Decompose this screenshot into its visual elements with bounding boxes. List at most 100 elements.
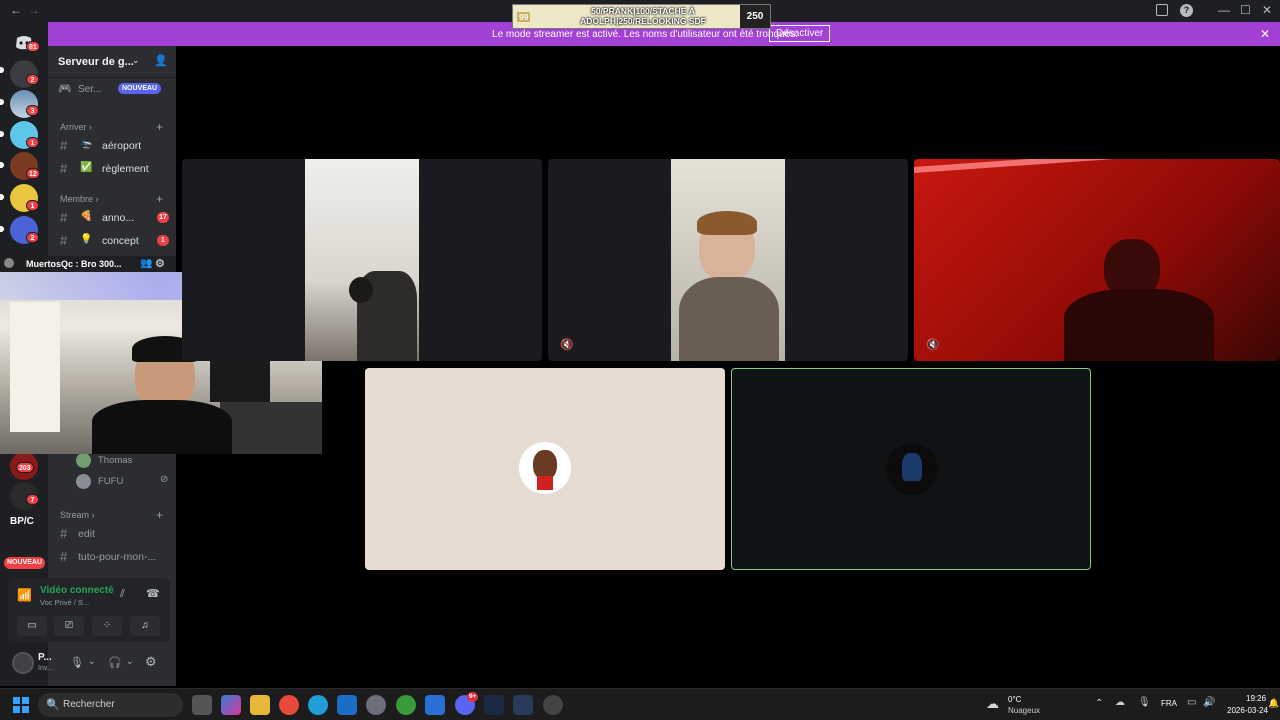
disable-streamer-mode-button[interactable]: Désactiver [769,25,831,42]
microphone-icon[interactable]: 🎙 [1138,697,1151,708]
channel-annonces[interactable]: # 🍕 anno... 17 [56,208,171,228]
led-strip [914,159,1224,173]
forward-arrow-icon[interactable]: → [28,3,40,17]
soundboard-icon[interactable]: ♫ [130,616,160,636]
add-channel-icon[interactable]: + [156,120,163,134]
video-tile[interactable]: 🔇 [914,159,1280,361]
server-badge: 1 [26,200,39,211]
text-channel-icon: # [60,138,68,153]
add-channel-icon[interactable]: + [156,192,163,206]
app-icon[interactable] [513,695,533,715]
network-icon[interactable]: ▭ [1187,697,1196,708]
server-badge: 12 [26,168,40,179]
chevron-up-icon[interactable]: ⌃ [1095,698,1103,709]
window-close-button[interactable]: ✕ [1262,3,1272,17]
task-view-icon[interactable] [192,695,212,715]
chevron-down-icon[interactable]: ⌄ [88,656,96,667]
add-channel-icon[interactable]: + [156,508,163,522]
participant-body [679,277,779,361]
streamer-body [92,400,232,454]
server-badge: 203 [16,462,34,473]
close-banner-icon[interactable]: ✕ [1260,27,1270,41]
voice-user-fufu[interactable]: FUFU ⊘ [76,473,171,491]
deafened-icon: ⊘ [160,474,169,485]
channel-tuto[interactable]: # tuto-pour-mon-... [56,547,171,567]
video-tile[interactable] [365,368,725,570]
settings-icon[interactable] [366,695,386,715]
store-icon[interactable] [425,695,445,715]
server-bpc[interactable]: BP/C [10,516,34,527]
channel-name: edit [78,528,95,540]
category-arriver[interactable]: Arriver › + [60,120,163,134]
xbox-icon[interactable] [396,695,416,715]
video-tile[interactable] [182,159,542,361]
voice-user-thomas[interactable]: Thomas [76,452,171,470]
microphone-icon[interactable]: 🎙 [70,656,84,669]
clock-time[interactable]: 19:26 [1246,694,1266,703]
stream-goal-overlay: 99 50/PRANK|100/STACHE À ADOLPH|250/RELO… [512,4,771,29]
overlay-left-value: 99 [517,12,531,22]
chevron-down-icon[interactable]: ⌄ [126,656,134,667]
file-explorer-icon[interactable] [250,695,270,715]
edge-icon[interactable] [308,695,328,715]
channel-name: anno... [102,212,135,224]
steam-icon[interactable] [484,695,504,715]
voice-connection-panel: 📶 Vidéo connecté Voc Privé / S... ⫽ ☎ ▭ … [8,578,170,642]
home-badge: 81 [26,41,40,52]
screen-share-icon[interactable]: ⎚ [54,616,84,636]
activities-icon[interactable]: ⁘ [92,616,122,636]
category-stream[interactable]: Stream › + [60,508,163,522]
maximize-button[interactable]: ☐ [1240,3,1251,17]
video-feed [671,159,785,361]
taskbar-search[interactable]: 🔍 Rechercher [38,693,183,717]
avatar [886,443,938,495]
camera-off-icon[interactable]: ▭ [17,616,47,636]
server-guide-row[interactable]: 🎮 Ser... NOUVEAU [58,82,173,98]
video-tile[interactable]: 🔇 [548,159,908,361]
noise-suppression-icon[interactable]: ⫽ [120,588,125,601]
add-member-icon[interactable]: 👤 [154,54,168,67]
overlay-line-2: ADOLPH|250/RELOOKING SDF [580,16,706,26]
volume-icon[interactable]: 🔊 [1203,697,1215,708]
category-label: Membre [60,194,94,204]
category-membre[interactable]: Membre › + [60,192,163,206]
participant-hair [697,211,757,235]
voice-channel-name[interactable]: Voc Privé / S... [40,598,89,607]
video-tile-speaking[interactable] [731,368,1091,570]
webcam-titlebar: MuertosQc : Bro 300... 👥 ⚙ [0,256,176,272]
channel-edit[interactable]: # edit [56,524,171,544]
username[interactable]: P... [38,652,52,663]
channel-concept[interactable]: # 💡 concept 1 [56,231,171,251]
help-icon[interactable]: ? [1180,4,1193,17]
chrome-icon[interactable] [279,695,299,715]
windows-taskbar: 🔍 Rechercher 9+ ☁ 0°C Nuageux ⌃ ☁ 🎙 FRA … [0,688,1280,720]
obs-icon[interactable] [543,695,563,715]
gear-icon[interactable]: ⚙ [145,654,157,670]
channel-aeroport[interactable]: # 🛬 aéroport [56,136,171,156]
tray-app-icon[interactable]: ☁ [1115,697,1125,708]
cloud-icon[interactable]: ☁ [986,696,999,712]
avatar[interactable] [12,652,34,674]
server-header[interactable]: Serveur de g... ⌄ 👤 [48,46,176,78]
chevron-down-icon[interactable]: ⌄ [132,55,140,66]
clock-date[interactable]: 2026-03-24 [1227,706,1268,715]
channel-name: concept [102,235,139,247]
channel-reglement[interactable]: # ✅ règlement [56,159,171,179]
language-indicator[interactable]: FRA [1161,699,1177,708]
back-arrow-icon[interactable]: ← [10,3,22,17]
mail-icon[interactable] [337,695,357,715]
windows-start-icon[interactable] [13,697,29,713]
members-icon[interactable]: 👥 [140,258,152,269]
category-label: Stream [60,510,90,520]
disconnect-icon[interactable]: ☎ [146,587,160,600]
inbox-icon[interactable] [1156,4,1168,16]
minimize-button[interactable]: — [1218,3,1230,17]
channel-emoji: 🛬 [80,139,93,150]
overlay-text: 50/PRANK|100/STACHE À ADOLPH|250/RELOOKI… [553,6,733,26]
gear-icon[interactable]: ⚙ [155,257,165,270]
signal-icon[interactable]: 📶 [17,588,32,602]
headphones-icon[interactable]: 🎧 [108,656,122,669]
notification-bell-icon[interactable]: 🔔 [1268,698,1279,709]
avatar [76,453,91,468]
copilot-icon[interactable] [221,695,241,715]
